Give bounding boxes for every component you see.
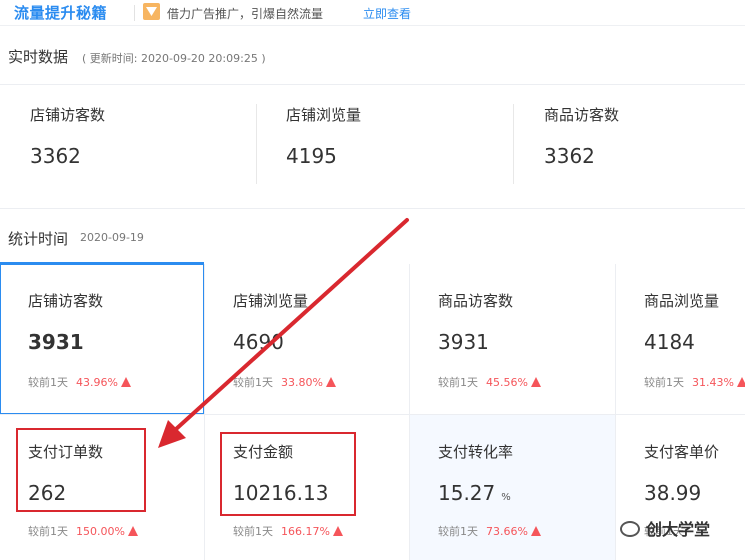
- wechat-icon: [620, 521, 640, 537]
- annotation-arrow-icon: [158, 218, 409, 448]
- watermark: 创大学堂: [620, 516, 710, 540]
